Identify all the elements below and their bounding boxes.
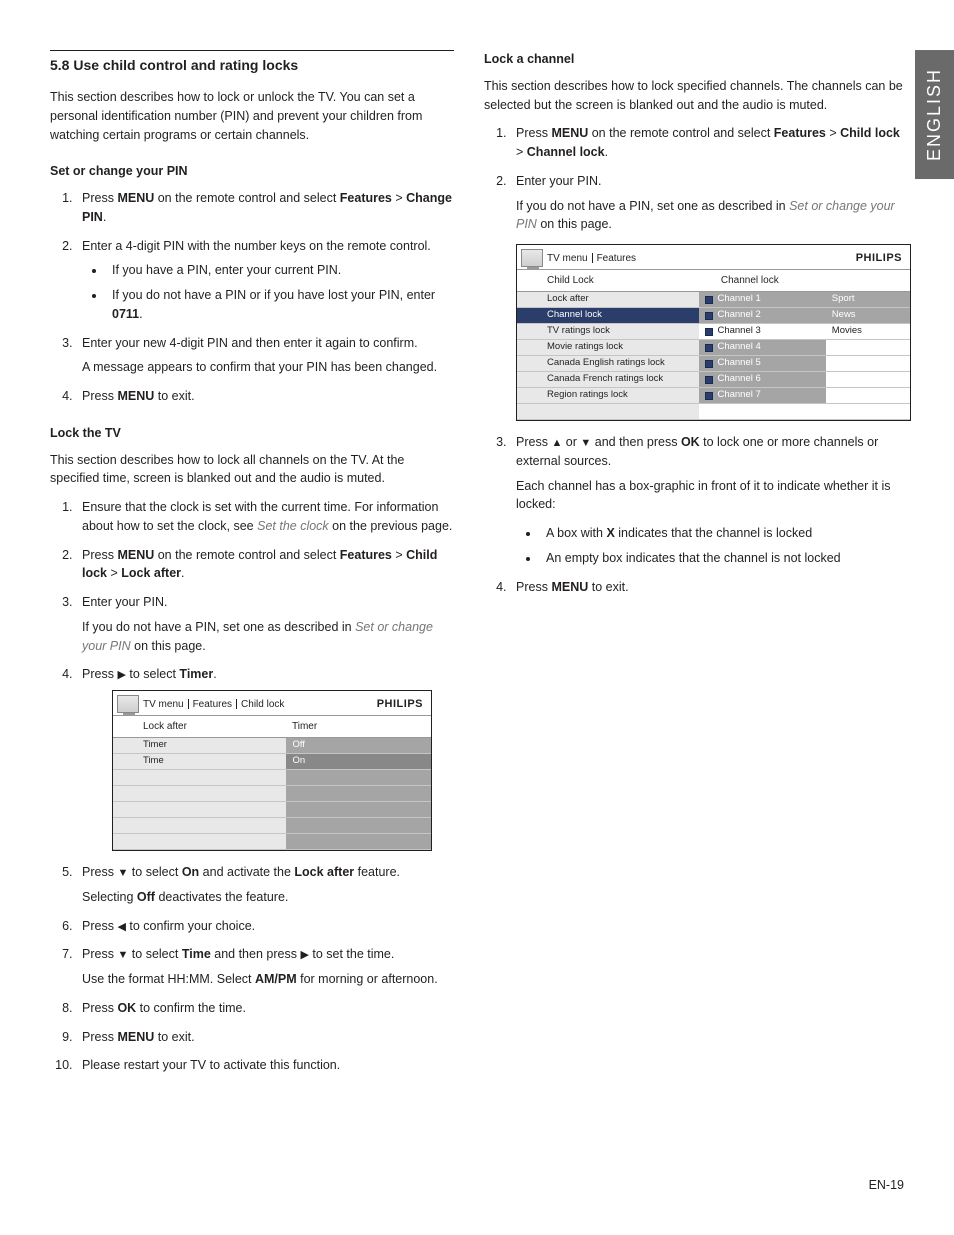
pin-bullet-1: If you have a PIN, enter your current PI… [106, 261, 454, 280]
menu-row: Off [286, 738, 431, 754]
menu-row: Region ratings lock [517, 388, 699, 404]
locktv-step-2: Press MENU on the remote control and sel… [76, 546, 454, 584]
left-column: 5.8 Use child control and rating locks T… [50, 50, 454, 1085]
tv-icon [117, 695, 139, 713]
menu-row: Timer [113, 738, 286, 754]
intro-paragraph: This section describes how to lock or un… [50, 88, 454, 144]
menu-row-selected: Channel lock [517, 308, 699, 324]
menu-row: Time [113, 754, 286, 770]
brand-logo: PHILIPS [377, 696, 423, 713]
menu-lock-after: TV menu Features Child lock PHILIPS Lock… [112, 690, 432, 851]
menu-row: Canada English ratings lock [517, 356, 699, 372]
lockch-step-4: Press MENU to exit. [510, 578, 904, 597]
category-row: Sport [826, 292, 910, 308]
page-content: 5.8 Use child control and rating locks T… [0, 0, 954, 1125]
channel-row: Channel 2 [699, 308, 825, 324]
pin-steps: Press MENU on the remote control and sel… [50, 189, 454, 406]
locktv-step-8: Press OK to confirm the time. [76, 999, 454, 1018]
subheading-lockchannel: Lock a channel [484, 50, 904, 69]
channel-row: Channel 4 [699, 340, 825, 356]
lockch-step-1: Press MENU on the remote control and sel… [510, 124, 904, 162]
lockch-bullet-2: An empty box indicates that the channel … [540, 549, 904, 568]
locktv-step-10: Please restart your TV to activate this … [76, 1056, 454, 1075]
lockch-steps: Press MENU on the remote control and sel… [484, 124, 904, 596]
pin-bullet-2: If you do not have a PIN or if you have … [106, 286, 454, 324]
channel-row: Channel 7 [699, 388, 825, 404]
channel-row: Channel 1 [699, 292, 825, 308]
page-number: EN-19 [869, 1176, 904, 1195]
menu-row: On [286, 754, 431, 770]
locktv-step-3: Enter your PIN. If you do not have a PIN… [76, 593, 454, 655]
pin-step-3: Enter your new 4-digit PIN and then ente… [76, 334, 454, 378]
section-heading: 5.8 Use child control and rating locks [50, 50, 454, 76]
menu-row: Canada French ratings lock [517, 372, 699, 388]
brand-logo: PHILIPS [856, 250, 902, 267]
locktv-step-9: Press MENU to exit. [76, 1028, 454, 1047]
menu-channel-lock: TV menu Features PHILIPS Child Lock Chan… [516, 244, 911, 421]
pin-step-4: Press MENU to exit. [76, 387, 454, 406]
menu-row: Lock after [517, 292, 699, 308]
lockch-intro: This section describes how to lock speci… [484, 77, 904, 115]
locktv-intro: This section describes how to lock all c… [50, 451, 454, 489]
right-column: Lock a channel This section describes ho… [484, 50, 904, 1085]
locktv-step-5: Press ▼ to select On and activate the Lo… [76, 863, 454, 907]
subheading-locktv: LLock the TVock the TV [50, 424, 454, 443]
subheading-pin: Set or change your PIN [50, 162, 454, 181]
pin-step-2: Enter a 4-digit PIN with the number keys… [76, 237, 454, 324]
channel-row: Channel 5 [699, 356, 825, 372]
locktv-step-1: Ensure that the clock is set with the cu… [76, 498, 454, 536]
lockch-bullet-1: A box with X indicates that the channel … [540, 524, 904, 543]
channel-row: Channel 3 [699, 324, 825, 340]
pin-step-1: Press MENU on the remote control and sel… [76, 189, 454, 227]
locktv-step-6: Press ◀ to confirm your choice. [76, 917, 454, 936]
menu-row: TV ratings lock [517, 324, 699, 340]
locktv-steps: Ensure that the clock is set with the cu… [50, 498, 454, 1075]
lockch-step-2: Enter your PIN. If you do not have a PIN… [510, 172, 904, 421]
category-row: News [826, 308, 910, 324]
channel-row: Channel 6 [699, 372, 825, 388]
menu-row: Movie ratings lock [517, 340, 699, 356]
locktv-step-4: Press ▶ to select Timer. TV menu Feature… [76, 665, 454, 851]
category-row: Movies [826, 324, 910, 340]
language-tab: ENGLISH [915, 50, 954, 179]
tv-icon [521, 249, 543, 267]
lockch-step-3: Press ▲ or ▼ and then press OK to lock o… [510, 433, 904, 568]
locktv-step-7: Press ▼ to select Time and then press ▶ … [76, 945, 454, 989]
